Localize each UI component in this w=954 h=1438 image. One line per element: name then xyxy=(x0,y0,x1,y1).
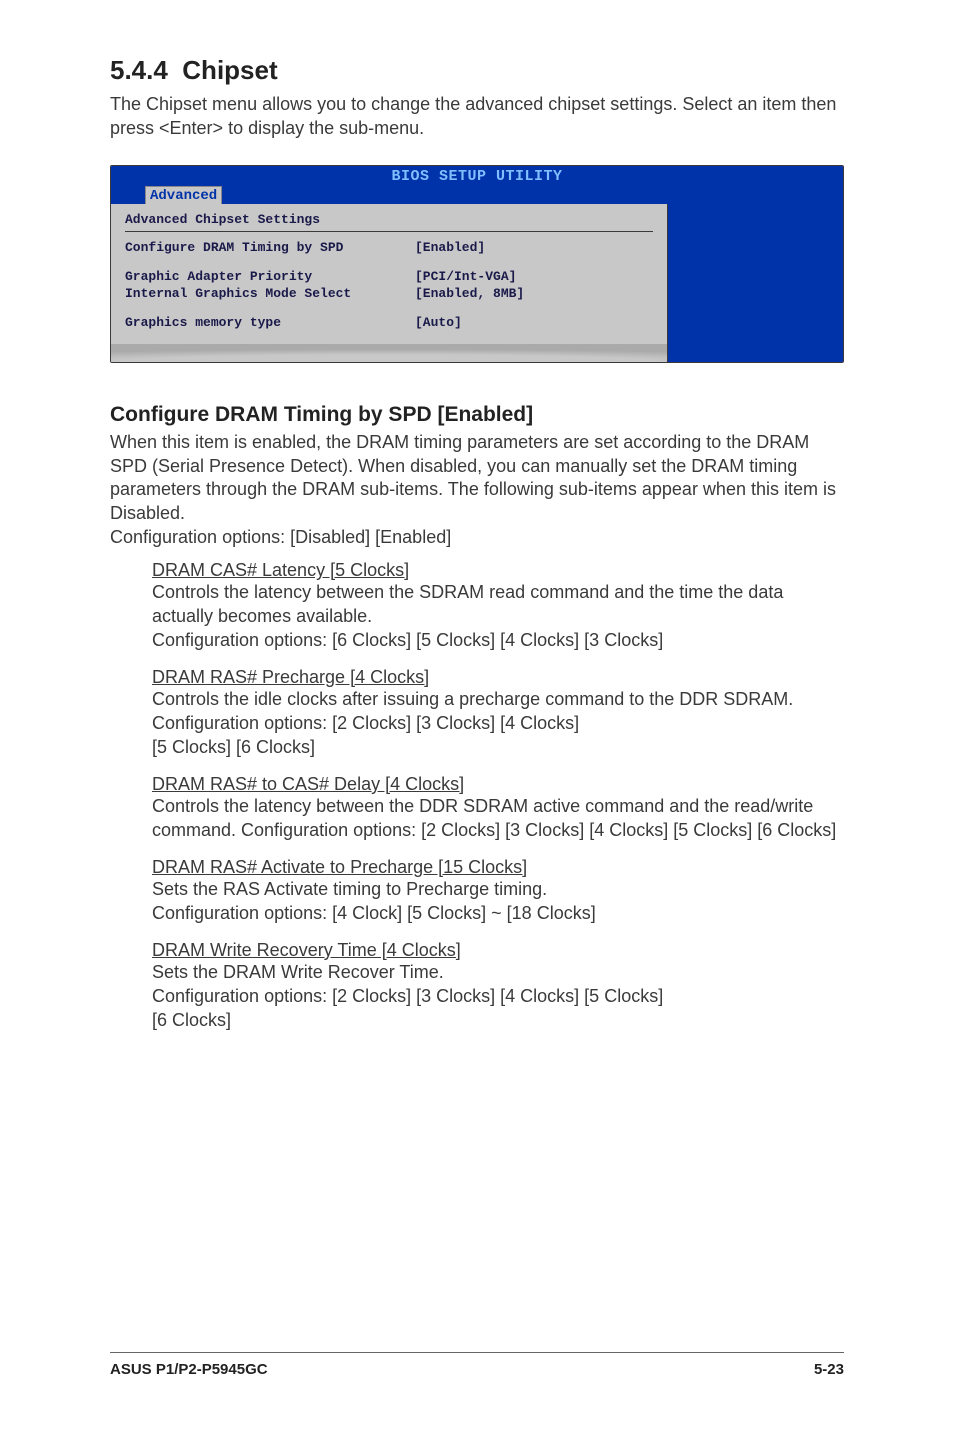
sub-item-body: Controls the latency between the SDRAM r… xyxy=(152,581,844,653)
sub-item-title: DRAM RAS# to CAS# Delay [4 Clocks] xyxy=(152,774,844,795)
bios-left-panel: Advanced Chipset Settings Configure DRAM… xyxy=(111,204,668,362)
sub-item-block: DRAM RAS# Activate to Precharge [15 Cloc… xyxy=(110,857,844,926)
footer-right: 5-23 xyxy=(814,1361,844,1378)
section-number: 5.4.4 xyxy=(110,55,168,85)
sub-item-title: DRAM RAS# Activate to Precharge [15 Cloc… xyxy=(152,857,844,878)
bios-active-tab: Advanced xyxy=(145,186,222,204)
sub-item-body: Sets the RAS Activate timing to Precharg… xyxy=(152,878,844,926)
sub-item-title: DRAM RAS# Precharge [4 Clocks] xyxy=(152,667,844,688)
sub-item-block: DRAM RAS# Precharge [4 Clocks]Controls t… xyxy=(110,667,844,760)
sub-item-title: DRAM CAS# Latency [5 Clocks] xyxy=(152,560,844,581)
bios-setting-label: Configure DRAM Timing by SPD xyxy=(125,240,415,255)
bios-row-spacer xyxy=(125,303,653,315)
sub-item-block: DRAM RAS# to CAS# Delay [4 Clocks]Contro… xyxy=(110,774,844,843)
bios-utility-title: BIOS SETUP UTILITY xyxy=(391,168,562,185)
footer-left: ASUS P1/P2-P5945GC xyxy=(110,1361,268,1378)
sub-item-body: Controls the latency between the DDR SDR… xyxy=(152,795,844,843)
bios-header-bar: BIOS SETUP UTILITY Advanced xyxy=(111,166,843,204)
configure-body: When this item is enabled, the DRAM timi… xyxy=(110,431,844,551)
intro-paragraph: The Chipset menu allows you to change th… xyxy=(110,92,844,141)
bios-setting-label: Graphic Adapter Priority xyxy=(125,269,415,284)
bios-setting-value: [PCI/Int-VGA] xyxy=(415,269,653,284)
section-heading: 5.4.4 Chipset xyxy=(110,55,844,86)
bios-setting-row: Configure DRAM Timing by SPD[Enabled] xyxy=(125,240,653,255)
page-footer: ASUS P1/P2-P5945GC 5-23 xyxy=(110,1352,844,1378)
bios-setting-value: [Auto] xyxy=(415,315,653,330)
sub-item-block: DRAM CAS# Latency [5 Clocks]Controls the… xyxy=(110,560,844,653)
bios-setting-label: Internal Graphics Mode Select xyxy=(125,286,415,301)
bios-rows: Configure DRAM Timing by SPD[Enabled]Gra… xyxy=(125,240,653,330)
section-title: Chipset xyxy=(182,55,277,85)
bios-setting-value: [Enabled, 8MB] xyxy=(415,286,653,301)
sub-item-title: DRAM Write Recovery Time [4 Clocks] xyxy=(152,940,844,961)
bios-setting-row: Graphic Adapter Priority[PCI/Int-VGA] xyxy=(125,269,653,284)
bios-divider xyxy=(125,231,653,232)
bios-screenshot: BIOS SETUP UTILITY Advanced Advanced Chi… xyxy=(110,165,844,363)
bios-setting-row: Internal Graphics Mode Select[Enabled, 8… xyxy=(125,286,653,301)
bios-right-panel xyxy=(668,204,843,362)
bios-setting-label: Graphics memory type xyxy=(125,315,415,330)
sub-item-body: Sets the DRAM Write Recover Time.Configu… xyxy=(152,961,844,1033)
bios-setting-value: [Enabled] xyxy=(415,240,653,255)
configure-heading: Configure DRAM Timing by SPD [Enabled] xyxy=(110,403,844,427)
sub-item-block: DRAM Write Recovery Time [4 Clocks]Sets … xyxy=(110,940,844,1033)
bios-panel-heading: Advanced Chipset Settings xyxy=(125,212,653,227)
bios-setting-row: Graphics memory type[Auto] xyxy=(125,315,653,330)
sub-item-body: Controls the idle clocks after issuing a… xyxy=(152,688,844,760)
bios-row-spacer xyxy=(125,257,653,269)
bios-page-curl xyxy=(111,344,667,362)
bios-body: Advanced Chipset Settings Configure DRAM… xyxy=(111,204,843,362)
